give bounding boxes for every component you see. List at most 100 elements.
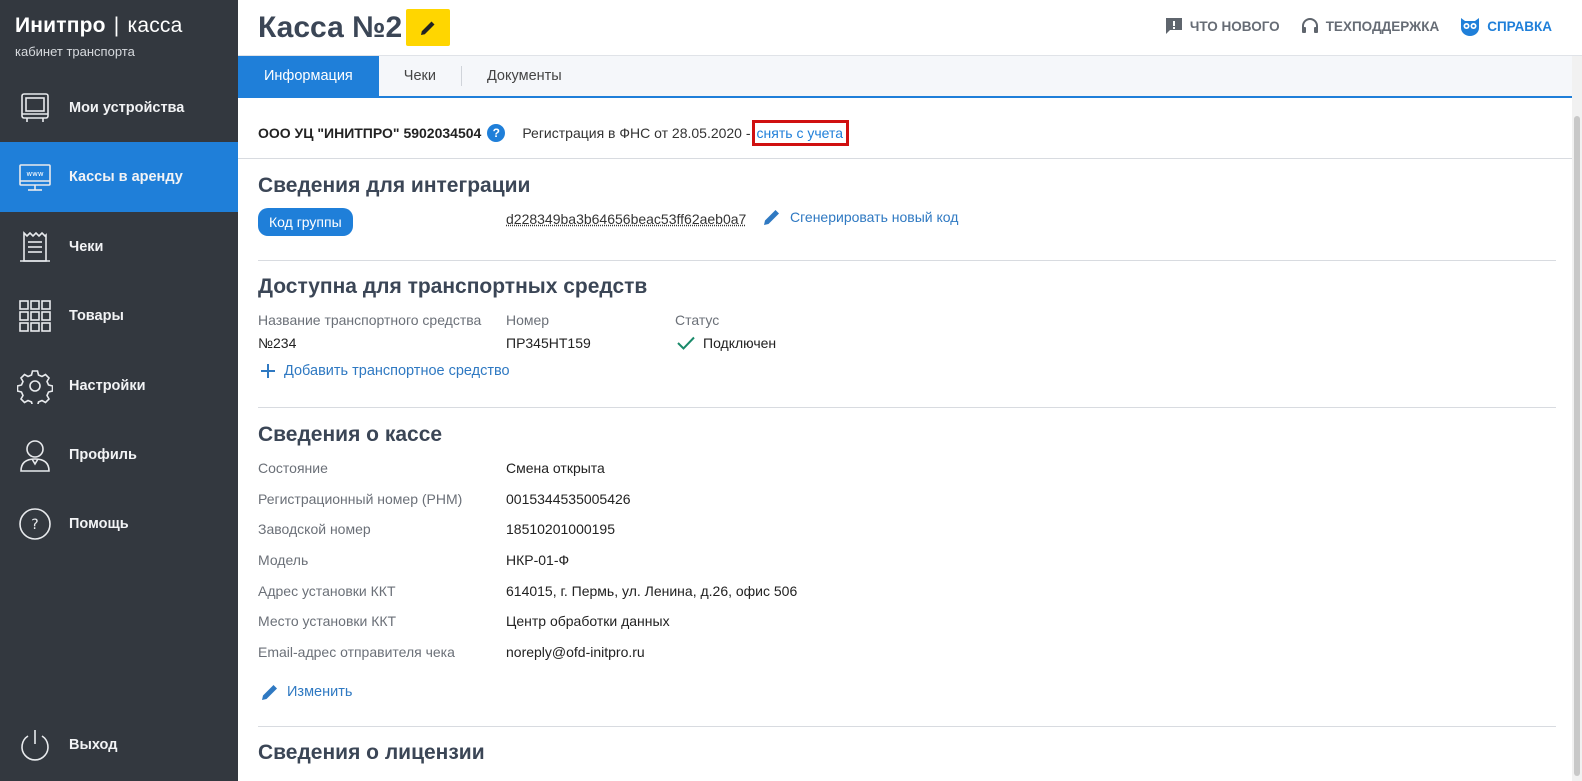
column-header-vehicle-name: Название транспортного средства bbox=[258, 312, 482, 328]
scrollbar-track[interactable] bbox=[1572, 56, 1582, 781]
org-line: ООО УЦ "ИНИТПРО" 5902034504 ? Регистраци… bbox=[258, 120, 849, 146]
edit-kkt-link[interactable]: Изменить bbox=[260, 682, 352, 702]
divider bbox=[258, 407, 1556, 408]
chat-alert-icon bbox=[1165, 18, 1182, 34]
sidebar-item-label: Товары bbox=[69, 308, 124, 324]
vehicles-title: Доступна для транспортных средств bbox=[258, 275, 648, 298]
unregister-link[interactable]: снять с учета bbox=[751, 120, 849, 146]
tab-information[interactable]: Информация bbox=[238, 56, 379, 96]
field-label: Место установки ККТ bbox=[258, 613, 397, 629]
sidebar-item-settings[interactable]: Настройки bbox=[0, 351, 238, 421]
license-title: Сведения о лицензии bbox=[258, 741, 485, 764]
vehicle-name: №234 bbox=[258, 335, 297, 351]
page-title: Касса №2 bbox=[258, 11, 403, 44]
sidebar-item-devices[interactable]: Мои устройства bbox=[0, 73, 238, 143]
logout-label: Выход bbox=[69, 737, 118, 753]
column-header-number: Номер bbox=[506, 312, 550, 328]
pencil-icon bbox=[421, 21, 435, 35]
field-label: Модель bbox=[258, 552, 309, 568]
header-links: ЧТО НОВОГО ТЕХПОДДЕРЖКА СПРАВКА bbox=[1144, 16, 1552, 36]
pencil-icon bbox=[764, 210, 779, 225]
kkt-info-title: Сведения о кассе bbox=[258, 423, 443, 446]
generate-code-link[interactable]: Сгенерировать новый код bbox=[762, 207, 958, 227]
sidebar-item-label: Профиль bbox=[69, 447, 137, 463]
add-vehicle-link[interactable]: Добавить транспортное средство bbox=[260, 363, 510, 379]
field-value: 614015, г. Пермь, ул. Ленина, д.26, офис… bbox=[506, 583, 798, 599]
sidebar-item-label: Мои устройства bbox=[69, 100, 185, 116]
svg-text:www: www bbox=[26, 170, 43, 178]
grid-icon bbox=[17, 298, 53, 334]
divider bbox=[258, 726, 1556, 727]
group-code-button[interactable]: Код группы bbox=[258, 208, 353, 236]
field-label: Адрес установки ККТ bbox=[258, 583, 396, 599]
vehicle-status-label: Подключен bbox=[703, 335, 777, 351]
tab-documents[interactable]: Документы bbox=[462, 56, 587, 96]
check-icon bbox=[677, 336, 695, 350]
sidebar: Инитпро | касса кабинет транспорта Мои у… bbox=[0, 0, 238, 781]
sidebar-item-rental-kkt[interactable]: www Кассы в аренду bbox=[0, 142, 238, 212]
vehicle-number: ПР345НТ159 bbox=[506, 335, 591, 351]
logout-button[interactable]: Выход bbox=[0, 710, 238, 780]
field-label: Состояние bbox=[258, 460, 328, 476]
main-content: ООО УЦ "ИНИТПРО" 5902034504 ? Регистраци… bbox=[238, 98, 1582, 781]
field-label: Регистрационный номер (РНМ) bbox=[258, 491, 463, 507]
sidebar-item-label: Чеки bbox=[69, 239, 104, 255]
svg-text:?: ? bbox=[31, 517, 38, 533]
edit-title-button[interactable] bbox=[406, 9, 450, 46]
divider bbox=[258, 260, 1556, 261]
devices-icon bbox=[17, 90, 53, 126]
column-header-status: Статус bbox=[675, 312, 720, 328]
sidebar-item-help[interactable]: ? Помощь bbox=[0, 489, 238, 559]
field-label: Email-адрес отправителя чека bbox=[258, 644, 455, 660]
vehicle-status: Подключен bbox=[677, 335, 776, 351]
user-icon bbox=[17, 437, 53, 473]
gear-icon bbox=[17, 368, 53, 404]
power-icon bbox=[17, 727, 53, 763]
tabs: Информация Чеки Документы bbox=[238, 56, 1582, 98]
field-value: noreply@ofd-initpro.ru bbox=[506, 644, 645, 660]
org-name: ООО УЦ "ИНИТПРО" 5902034504 bbox=[258, 125, 482, 141]
sidebar-item-label: Кассы в аренду bbox=[69, 169, 183, 185]
help-link[interactable]: СПРАВКА bbox=[1459, 16, 1552, 36]
sidebar-item-products[interactable]: Товары bbox=[0, 281, 238, 351]
field-label: Заводской номер bbox=[258, 521, 371, 537]
question-icon[interactable]: ? bbox=[487, 124, 506, 142]
pencil-icon bbox=[262, 685, 277, 700]
www-monitor-icon: www bbox=[17, 159, 53, 195]
sidebar-item-receipts[interactable]: Чеки bbox=[0, 212, 238, 282]
page-header: Касса №2 ЧТО НОВОГО ТЕХПОДДЕРЖКА СПРАВКА bbox=[238, 0, 1582, 56]
brand-title-bold: Инитпро bbox=[15, 14, 106, 37]
help-circle-icon: ? bbox=[17, 506, 53, 542]
brand-subtitle: кабинет транспорта bbox=[15, 44, 135, 59]
owl-icon bbox=[1461, 18, 1480, 36]
whats-new-link[interactable]: ЧТО НОВОГО bbox=[1164, 16, 1280, 36]
add-vehicle-label: Добавить транспортное средство bbox=[284, 363, 510, 379]
tab-receipts[interactable]: Чеки bbox=[379, 56, 461, 96]
brand: Инитпро | касса кабинет транспорта bbox=[0, 0, 238, 74]
edit-kkt-label: Изменить bbox=[287, 684, 353, 700]
sidebar-item-label: Помощь bbox=[69, 516, 129, 532]
field-value: 0015344535005426 bbox=[506, 491, 631, 507]
brand-separator: | bbox=[113, 14, 120, 37]
support-link[interactable]: ТЕХПОДДЕРЖКА bbox=[1300, 16, 1440, 36]
brand-title-light: касса bbox=[127, 14, 183, 37]
headset-icon bbox=[1301, 18, 1318, 33]
field-value: 18510201000195 bbox=[506, 521, 616, 537]
field-value: Центр обработки данных bbox=[506, 613, 670, 629]
help-label: СПРАВКА bbox=[1487, 18, 1552, 34]
generate-code-label: Сгенерировать новый код bbox=[790, 209, 959, 225]
integration-title: Сведения для интеграции bbox=[258, 174, 531, 197]
support-label: ТЕХПОДДЕРЖКА bbox=[1325, 18, 1440, 34]
group-code-value[interactable]: d228349ba3b64656beac53ff62aeb0a7 bbox=[506, 211, 746, 227]
scrollbar-thumb[interactable] bbox=[1574, 116, 1580, 776]
plus-icon bbox=[261, 364, 275, 378]
sidebar-item-profile[interactable]: Профиль bbox=[0, 420, 238, 490]
field-value: НКР-01-Ф bbox=[506, 552, 570, 568]
registration-text: Регистрация в ФНС от 28.05.2020 - bbox=[522, 125, 751, 141]
receipt-icon bbox=[17, 229, 53, 265]
field-value: Смена открыта bbox=[506, 460, 605, 476]
brand-title[interactable]: Инитпро | касса bbox=[15, 14, 238, 38]
whats-new-label: ЧТО НОВОГО bbox=[1189, 18, 1280, 34]
divider bbox=[238, 158, 1582, 159]
sidebar-item-label: Настройки bbox=[69, 378, 146, 394]
